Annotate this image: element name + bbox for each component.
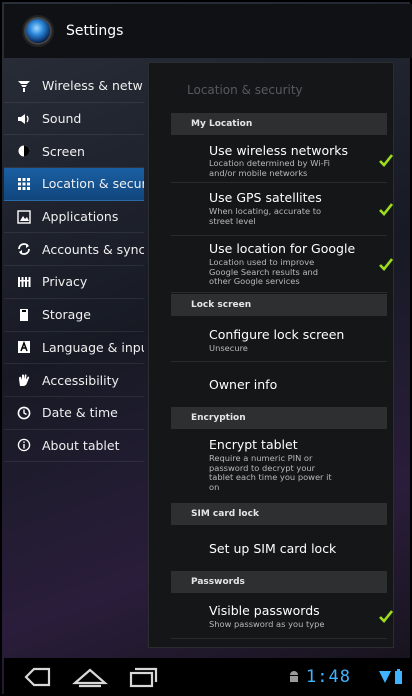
sidebar-item-storage[interactable]: Storage [4,299,144,332]
settings-app-icon[interactable] [22,15,54,47]
pref-summary: Location used to improve Google Search r… [209,257,319,287]
privacy-icon [16,274,32,290]
sidebar-item-screen[interactable]: Screen [4,135,144,169]
checkbox-checked-icon[interactable] [379,257,393,271]
pref-configure-lock-screen[interactable]: Configure lock screen Unsecure [171,318,387,362]
pref-summary: When locating, accurate to street level [209,206,322,226]
app-title: Settings [66,23,124,39]
sidebar-item-label: Date & time [42,405,118,421]
clock-icon [16,405,32,421]
checkbox-checked-icon[interactable] [379,153,393,167]
location-grid-icon [16,176,32,192]
pref-set-up-sim-card-lock[interactable]: Set up SIM card lock [171,527,387,571]
sidebar-item-location-security[interactable]: Location & secur [4,168,144,201]
category-lock-screen: Lock screen [171,294,387,316]
system-nav-bar: 1:48 [4,658,412,696]
pref-title: Use location for Google [209,241,356,256]
pref-title: Owner info [209,377,278,392]
sidebar-item-accounts-sync[interactable]: Accounts & sync [4,233,144,267]
sidebar-item-language-input[interactable]: Language & inpu [4,332,144,365]
location-security-panel: Location & security My Location Use wire… [148,62,394,648]
screen-frame: Settings Wireless & netw Sound Screen Lo… [0,0,412,696]
sidebar-item-label: Sound [42,111,82,127]
checkbox-checked-icon[interactable] [379,609,393,623]
pref-use-wireless-networks[interactable]: Use wireless networks Location determine… [171,137,393,183]
page-title: Location & security [187,83,303,97]
sidebar-item-applications[interactable]: Applications [4,201,144,234]
sidebar-item-label: Applications [42,209,119,225]
sidebar-item-wireless[interactable]: Wireless & netw [4,70,144,103]
category-my-location: My Location [171,113,387,135]
accessibility-icon [16,372,32,388]
screen-icon [16,143,32,159]
category-sim-card-lock: SIM card lock [171,503,387,525]
sidebar-item-label: About tablet [42,437,120,453]
pref-owner-info[interactable]: Owner info [171,363,387,407]
pref-title: Encrypt tablet [209,437,298,452]
sidebar-item-label: Privacy [42,274,88,290]
sidebar-item-label: Location & secur [42,176,144,192]
sidebar-item-sound[interactable]: Sound [4,103,144,136]
category-encryption: Encryption [171,407,387,429]
sidebar-item-date-time[interactable]: Date & time [4,397,144,430]
settings-sidebar: Wireless & netw Sound Screen Location & … [4,70,144,470]
applications-icon [16,209,32,225]
android-notification-icon[interactable] [288,670,300,684]
pref-use-location-for-google[interactable]: Use location for Google Location used to… [171,237,393,293]
pref-title: Configure lock screen [209,327,345,342]
sidebar-item-label: Storage [42,307,91,323]
sidebar-item-label: Accessibility [42,372,119,388]
wifi-signal-icon[interactable] [378,668,404,686]
sidebar-item-label: Screen [42,143,85,159]
sound-icon [16,111,32,127]
recent-apps-icon[interactable] [122,666,162,688]
status-clock: 1:48 [306,667,351,687]
pref-visible-passwords[interactable]: Visible passwords Show password as you t… [171,595,393,639]
pref-title: Use GPS satellites [209,190,322,205]
sidebar-item-label: Accounts & sync [42,241,144,257]
pref-use-gps-satellites[interactable]: Use GPS satellites When locating, accura… [171,184,393,236]
sidebar-item-about-tablet[interactable]: About tablet [4,430,144,463]
category-passwords: Passwords [171,571,387,593]
back-icon[interactable] [18,666,58,688]
home-icon[interactable] [70,666,110,688]
battery-icon [395,671,402,684]
action-bar: Settings [4,4,412,58]
pref-summary: Require a numeric PIN or password to dec… [209,453,332,492]
sidebar-item-accessibility[interactable]: Accessibility [4,364,144,397]
pref-summary: Unsecure [209,343,248,353]
pref-title: Use wireless networks [209,143,349,158]
pref-encrypt-tablet[interactable]: Encrypt tablet Require a numeric PIN or … [171,431,387,501]
storage-icon [16,307,32,323]
wifi-icon [16,78,32,94]
sidebar-item-label: Wireless & netw [42,78,143,94]
language-icon [16,339,32,355]
checkbox-checked-icon[interactable] [379,202,393,216]
info-icon [16,437,32,453]
pref-title: Visible passwords [209,603,320,618]
sidebar-item-label: Language & inpu [42,339,144,355]
sidebar-item-privacy[interactable]: Privacy [4,266,144,299]
pref-summary: Location determined by Wi-Fi and/or mobi… [209,158,330,178]
pref-title: Set up SIM card lock [209,541,337,556]
pref-summary: Show password as you type [209,619,325,629]
sync-icon [16,241,32,257]
